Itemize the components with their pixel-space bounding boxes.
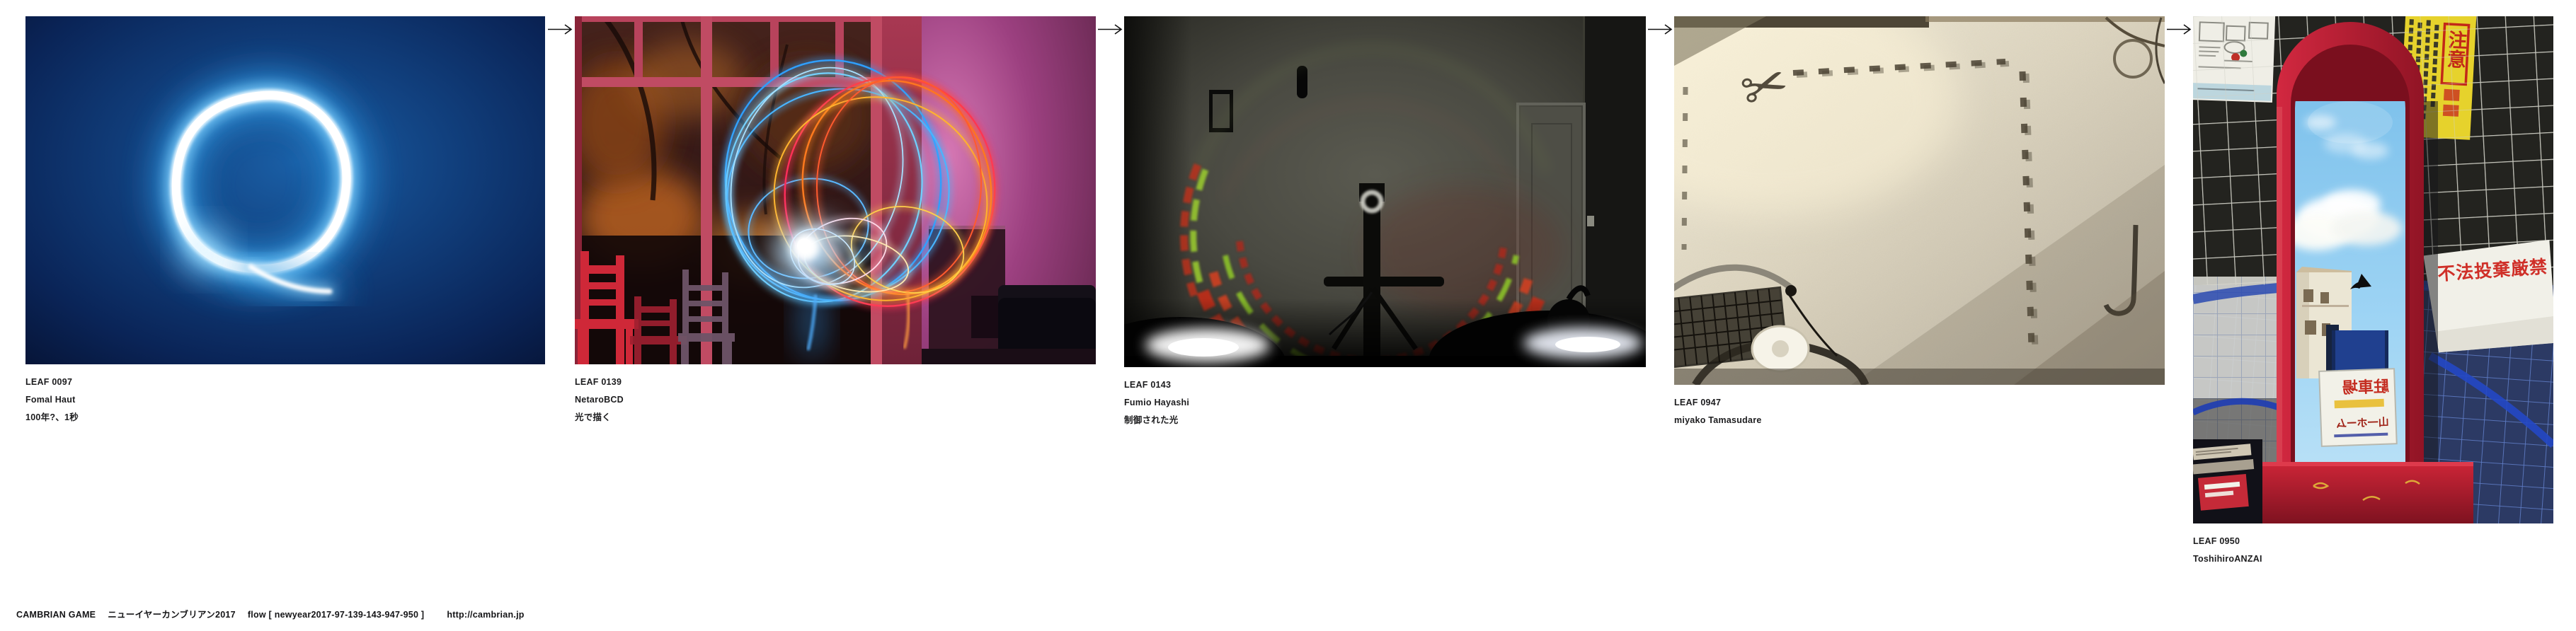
- reversed-sign-text: 駐車場: [2342, 378, 2389, 397]
- photo-leaf-0947[interactable]: ✂: [1674, 16, 2165, 385]
- reversed-sign: 駐車場 山一ホーム: [2319, 369, 2397, 446]
- gallery-card: LEAF 0139 NetaroBCD 光で描く: [575, 16, 1096, 427]
- artist-name: Fumio Hayashi: [1124, 394, 1646, 412]
- work-title: 制御された光: [1124, 412, 1646, 429]
- artist-name: ToshihiroANZAI: [2193, 550, 2553, 568]
- gallery-page: { "page": { "background": "#ffffff", "ca…: [0, 0, 2576, 631]
- artist-name: Fomal Haut: [25, 391, 545, 409]
- flow-arrow-icon: [1097, 23, 1124, 35]
- work-title: 光で描く: [575, 409, 1096, 427]
- caption: LEAF 0097 Fomal Haut 100年?、1秒: [25, 374, 545, 427]
- caption: LEAF 0143 Fumio Hayashi 制御された光: [1124, 376, 1646, 429]
- footer-flow-code: flow [ newyear2017-97-139-143-947-950 ]: [248, 610, 424, 620]
- gallery-card: ✂: [1674, 16, 2165, 429]
- mirror-photo: 注意 不法投棄厳禁: [2193, 16, 2553, 523]
- footer-brand: CAMBRIAN GAME: [16, 610, 96, 620]
- footer: CAMBRIAN GAME ニューイヤーカンブリアン2017 flow [ ne…: [16, 607, 525, 620]
- photo-leaf-0143[interactable]: [1124, 16, 1646, 367]
- gallery-card: LEAF 0097 Fomal Haut 100年?、1秒: [25, 16, 545, 427]
- artist-name: miyako Tamasudare: [1674, 412, 2165, 429]
- work-title: 100年?、1秒: [25, 409, 545, 427]
- wall-scissors-photo: ✂: [1674, 16, 2165, 385]
- reversed-sign-subtext: 山一ホーム: [2336, 417, 2389, 431]
- leaf-id: LEAF 0947: [1674, 394, 2165, 412]
- photo-leaf-0139[interactable]: [575, 16, 1096, 364]
- flow-arrow-icon: [547, 23, 574, 35]
- gallery-card: 注意 不法投棄厳禁: [2193, 16, 2553, 568]
- flow-arrow-icon: [2166, 23, 2193, 35]
- caption: LEAF 0139 NetaroBCD 光で描く: [575, 374, 1096, 427]
- artist-name: NetaroBCD: [575, 391, 1096, 409]
- caption: LEAF 0947 miyako Tamasudare: [1674, 394, 2165, 429]
- caption: LEAF 0950 ToshihiroANZAI: [2193, 533, 2553, 568]
- leaf-id: LEAF 0143: [1124, 376, 1646, 394]
- gallery-card: LEAF 0143 Fumio Hayashi 制御された光: [1124, 16, 1646, 429]
- banner: 不法投棄厳禁: [2423, 240, 2553, 353]
- book-stack: [2193, 439, 2262, 523]
- leaf-id: LEAF 0139: [575, 374, 1096, 391]
- photo-leaf-0950[interactable]: 注意 不法投棄厳禁: [2193, 16, 2553, 523]
- pov-wheel-photo: [1124, 16, 1646, 367]
- footer-url-link[interactable]: http://cambrian.jp: [447, 610, 524, 620]
- flow-arrow-icon: [1647, 23, 1674, 35]
- light-ring-photo: [25, 16, 545, 364]
- leaf-id: LEAF 0097: [25, 374, 545, 391]
- leaf-id: LEAF 0950: [2193, 533, 2553, 550]
- photo-leaf-0097[interactable]: [25, 16, 545, 364]
- footer-event-title: ニューイヤーカンブリアン2017: [108, 607, 236, 620]
- light-painting-photo: [575, 16, 1096, 364]
